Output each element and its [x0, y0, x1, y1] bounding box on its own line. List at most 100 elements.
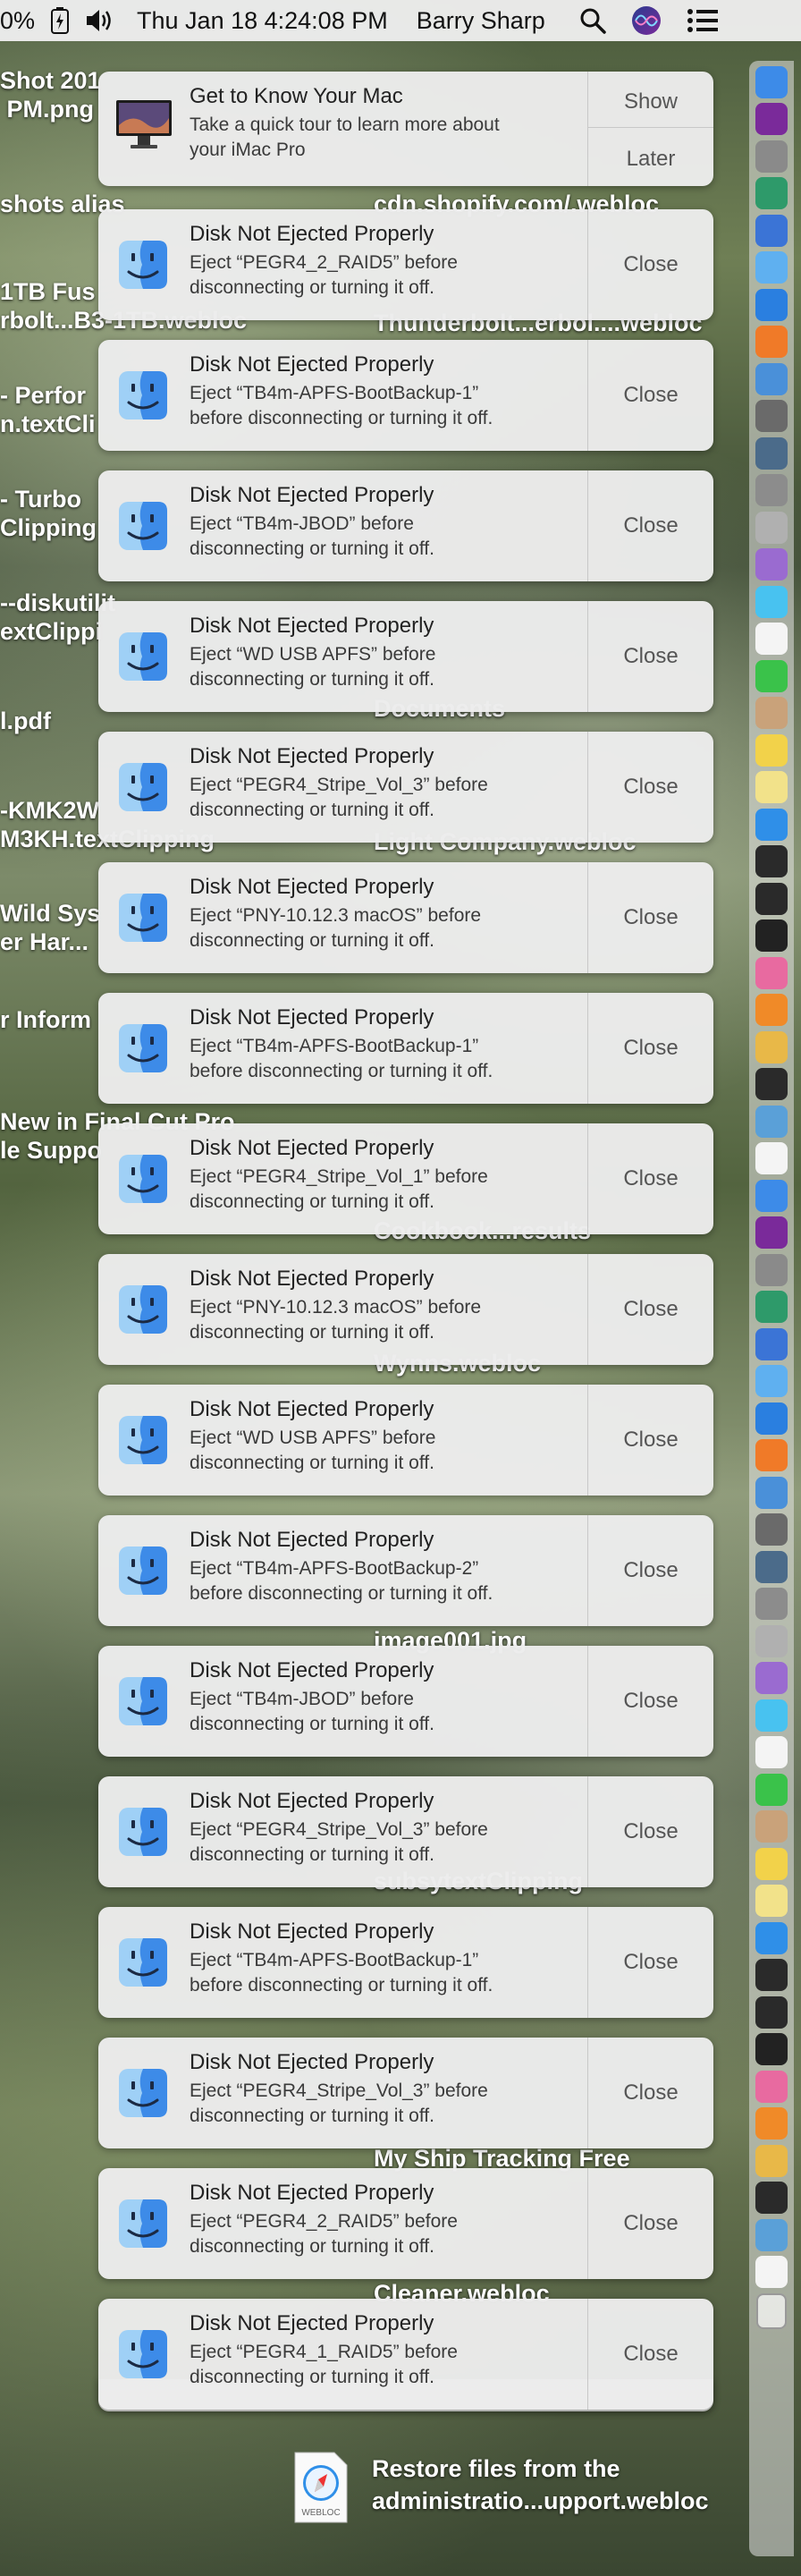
- close-button[interactable]: Close: [588, 340, 713, 451]
- app-store-icon[interactable]: [755, 808, 788, 841]
- desktop-file-label[interactable]: Restore files from the administratio...u…: [372, 2453, 709, 2517]
- app-icon[interactable]: [755, 1996, 788, 2029]
- app-icon[interactable]: [755, 1810, 788, 1843]
- notification-center-icon[interactable]: [687, 8, 719, 33]
- close-button[interactable]: Close: [588, 993, 713, 1104]
- app-icon[interactable]: [755, 2182, 788, 2214]
- notification-disk-not-ejected[interactable]: Disk Not Ejected Properly Eject “PEGR4_1…: [98, 2299, 713, 2410]
- trash-icon[interactable]: [756, 2292, 787, 2329]
- app-icon[interactable]: [755, 214, 788, 247]
- activity-monitor-icon[interactable]: [755, 845, 788, 877]
- app-icon[interactable]: [755, 1885, 788, 1917]
- desktop-file-label[interactable]: - Turbo Clipping: [0, 485, 97, 542]
- firefox-icon[interactable]: [755, 326, 788, 358]
- app-icon[interactable]: [755, 2256, 788, 2288]
- app-icon[interactable]: [755, 1402, 788, 1435]
- app-icon[interactable]: [755, 548, 788, 580]
- volume-icon[interactable]: [85, 8, 115, 33]
- close-button[interactable]: Close: [588, 2299, 713, 2410]
- launchpad-icon[interactable]: [755, 400, 788, 432]
- desktop-file-label[interactable]: r Inform: [0, 1005, 91, 1034]
- notification-disk-not-ejected[interactable]: Disk Not Ejected Properly Eject “PNY-10.…: [98, 1254, 713, 1365]
- app-icon[interactable]: [755, 1921, 788, 1954]
- desktop-file-label[interactable]: Shot 201 PM.png: [0, 66, 101, 123]
- app-icon[interactable]: [755, 1365, 788, 1397]
- spotlight-search-icon[interactable]: [579, 7, 606, 34]
- close-button[interactable]: Close: [588, 732, 713, 843]
- notification-disk-not-ejected[interactable]: Disk Not Ejected Properly Eject “TB4m-AP…: [98, 340, 713, 451]
- app-icon[interactable]: [755, 362, 788, 395]
- desktop-file-label[interactable]: - Perfor n.textCli: [0, 381, 96, 438]
- notification-disk-not-ejected[interactable]: Disk Not Ejected Properly Eject “TB4m-AP…: [98, 1907, 713, 2018]
- notification-get-to-know[interactable]: Get to Know Your Mac Take a quick tour t…: [98, 72, 713, 186]
- notification-disk-not-ejected[interactable]: Disk Not Ejected Properly Eject “TB4m-AP…: [98, 1515, 713, 1626]
- finder-icon[interactable]: [755, 65, 788, 98]
- app-icon[interactable]: [755, 2070, 788, 2103]
- system-prefs-icon[interactable]: [755, 140, 788, 173]
- close-button[interactable]: Close: [588, 1123, 713, 1234]
- notification-disk-not-ejected[interactable]: Disk Not Ejected Properly Eject “PEGR4_S…: [98, 1123, 713, 1234]
- app-icon[interactable]: [755, 919, 788, 952]
- stickies-icon[interactable]: [755, 771, 788, 803]
- messages-icon[interactable]: [755, 585, 788, 618]
- close-button[interactable]: Close: [588, 2038, 713, 2148]
- app-icon[interactable]: [755, 511, 788, 544]
- app-icon[interactable]: [755, 1736, 788, 1768]
- close-button[interactable]: Close: [588, 470, 713, 581]
- app-icon[interactable]: [755, 1439, 788, 1471]
- calendar-icon[interactable]: [755, 623, 788, 655]
- app-icon[interactable]: [755, 1959, 788, 1991]
- close-button[interactable]: Close: [588, 1385, 713, 1496]
- app-icon[interactable]: [755, 1291, 788, 1323]
- app-icon[interactable]: [755, 2107, 788, 2140]
- time-machine-icon[interactable]: [755, 177, 788, 209]
- desktop-file-label[interactable]: l.pdf: [0, 707, 51, 735]
- app-icon[interactable]: [755, 1253, 788, 1286]
- desktop-file-label[interactable]: Wild Sys er Har...: [0, 899, 100, 956]
- app-icon[interactable]: [755, 1550, 788, 1583]
- battery-charging-icon[interactable]: [51, 7, 70, 34]
- webloc-file-icon[interactable]: WEBLOC: [291, 2451, 350, 2524]
- notification-disk-not-ejected[interactable]: Disk Not Ejected Properly Eject “TB4m-JB…: [98, 1646, 713, 1757]
- notification-disk-not-ejected[interactable]: Disk Not Ejected Properly Eject “TB4m-JB…: [98, 470, 713, 581]
- close-button[interactable]: Close: [588, 1776, 713, 1887]
- app-icon[interactable]: [755, 2218, 788, 2251]
- app-icon[interactable]: [755, 2144, 788, 2177]
- notification-disk-not-ejected[interactable]: Disk Not Ejected Properly Eject “PNY-10.…: [98, 862, 713, 973]
- notification-disk-not-ejected[interactable]: Disk Not Ejected Properly Eject “PEGR4_2…: [98, 209, 713, 320]
- app-icon[interactable]: [755, 436, 788, 470]
- close-button[interactable]: Close: [588, 209, 713, 320]
- textedit-icon[interactable]: [755, 1142, 788, 1174]
- battery-percent[interactable]: 0%: [0, 7, 35, 35]
- facetime-icon[interactable]: [755, 659, 788, 692]
- later-button[interactable]: Later: [588, 147, 713, 172]
- clock[interactable]: Thu Jan 18 4:24:08 PM: [137, 7, 388, 35]
- skype-icon[interactable]: [755, 1624, 788, 1657]
- notification-disk-not-ejected[interactable]: Disk Not Ejected Properly Eject “WD USB …: [98, 601, 713, 712]
- safari-icon[interactable]: [755, 288, 788, 321]
- app-icon[interactable]: [755, 1662, 788, 1694]
- siri-icon[interactable]: [755, 103, 788, 135]
- app-icon[interactable]: [755, 1847, 788, 1880]
- notes-icon[interactable]: [755, 733, 788, 767]
- notification-disk-not-ejected[interactable]: Disk Not Ejected Properly Eject “PEGR4_S…: [98, 1776, 713, 1887]
- app-icon[interactable]: [755, 1216, 788, 1249]
- close-button[interactable]: Close: [588, 1515, 713, 1626]
- terminal-icon[interactable]: [755, 882, 788, 915]
- excel-icon[interactable]: [755, 1513, 788, 1546]
- user-name[interactable]: Barry Sharp: [417, 7, 545, 35]
- app-icon[interactable]: [755, 1588, 788, 1620]
- photos-icon[interactable]: [755, 1030, 788, 1063]
- notification-disk-not-ejected[interactable]: Disk Not Ejected Properly Eject “PEGR4_2…: [98, 2168, 713, 2279]
- app-icon[interactable]: [755, 2033, 788, 2065]
- close-button[interactable]: Close: [588, 2168, 713, 2279]
- notification-disk-not-ejected[interactable]: Disk Not Ejected Properly Eject “PEGR4_S…: [98, 732, 713, 843]
- close-button[interactable]: Close: [588, 1254, 713, 1365]
- close-button[interactable]: Close: [588, 601, 713, 712]
- app-icon[interactable]: [755, 1179, 788, 1212]
- close-button[interactable]: Close: [588, 1646, 713, 1757]
- app-icon[interactable]: [755, 1327, 788, 1360]
- show-button[interactable]: Show: [588, 89, 713, 114]
- close-button[interactable]: Close: [588, 862, 713, 973]
- notification-disk-not-ejected[interactable]: Disk Not Ejected Properly Eject “WD USB …: [98, 1385, 713, 1496]
